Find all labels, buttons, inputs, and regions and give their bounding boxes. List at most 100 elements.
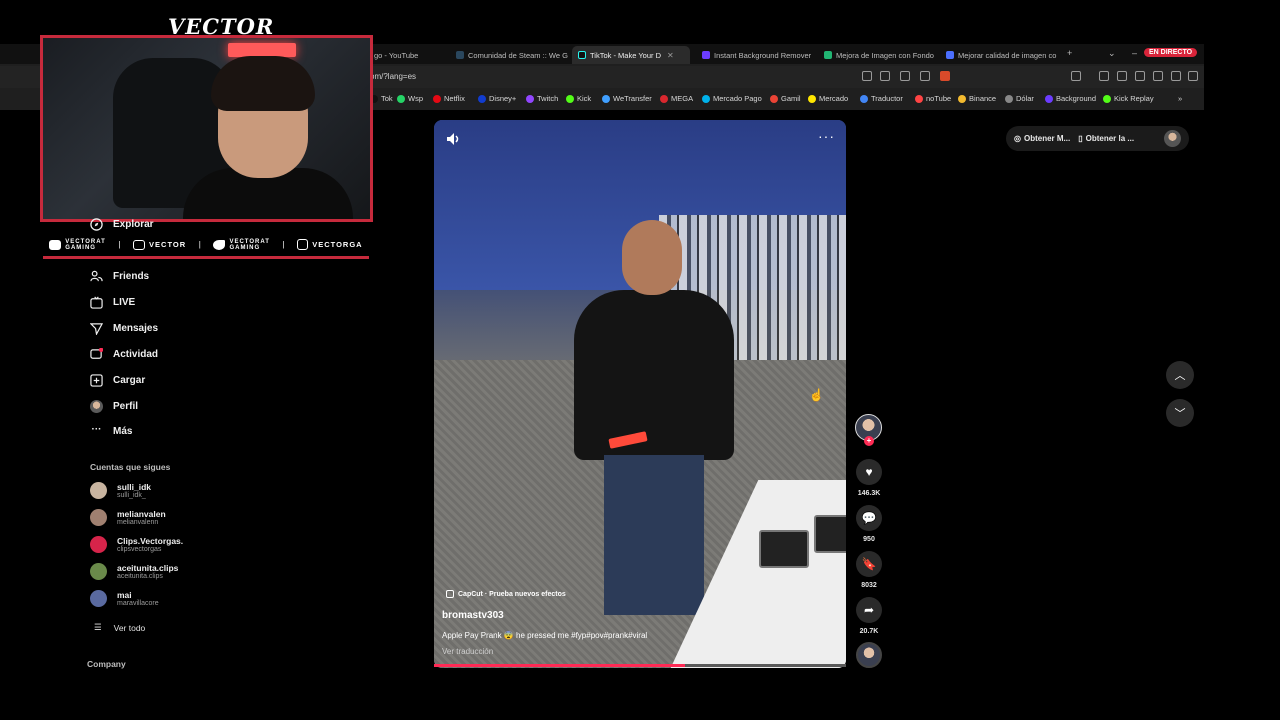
capcut-tag[interactable]: CapCut · Prueba nuevos efectos [446, 590, 566, 598]
get-app-button[interactable]: ▯ Obtener la ... [1078, 134, 1134, 143]
social-twitter: VECTORAT GAMING [213, 239, 269, 251]
tab-mejora-imagen[interactable]: Mejora de Imagen con Fondo [818, 46, 936, 64]
like-button[interactable]: ♥ [856, 459, 882, 485]
streamer-hair [211, 56, 315, 111]
avatar [90, 509, 107, 526]
bookmark-item[interactable]: Traductor [860, 94, 903, 103]
bookmark-item[interactable]: Mercado [808, 94, 848, 103]
sidebar-item-friends[interactable]: Friends [90, 270, 149, 283]
music-disc[interactable] [856, 642, 882, 668]
more-options-icon[interactable]: ··· [818, 128, 835, 144]
bookmark-item[interactable]: Kick Replay [1103, 94, 1154, 103]
send-icon [90, 323, 103, 335]
bookmark-item[interactable]: WeTransfer [602, 94, 652, 103]
display-device [814, 515, 846, 553]
comment-icon: 💬 [861, 511, 877, 525]
music-icon[interactable] [1099, 71, 1109, 81]
twitch-icon [133, 239, 146, 250]
image-icon [946, 51, 954, 59]
sidebar-item-actividad[interactable]: Actividad [90, 348, 158, 361]
following-item[interactable]: mai maravillacore [90, 590, 159, 607]
sidebar-item-perfil[interactable]: Perfil [90, 400, 138, 413]
video-description: Apple Pay Prank 😨 he pressed me #fyp#pov… [442, 631, 648, 640]
bookmark-item[interactable]: Dólar [1005, 94, 1034, 103]
video-player[interactable] [434, 120, 846, 668]
upload-icon [90, 374, 103, 387]
reader-icon[interactable] [862, 71, 872, 81]
sidebar-item-cargar[interactable]: Cargar [90, 374, 145, 387]
bookmark-icon [770, 94, 778, 103]
see-all-link[interactable]: ☰ Ver todo [94, 622, 145, 633]
tab-steam[interactable]: Comunidad de Steam :: We G [450, 46, 568, 64]
share-icon[interactable] [920, 71, 930, 81]
chevron-down-icon: ﹀ [1174, 408, 1186, 420]
following-item[interactable]: sulli_idk sulli_idk_ [90, 482, 151, 499]
user-avatar[interactable] [1164, 130, 1181, 147]
bookmark-item[interactable]: Mercado Pago [702, 94, 762, 103]
follow-plus-icon[interactable]: + [864, 436, 874, 446]
bookmark-item[interactable]: Tok [370, 94, 393, 103]
leo-icon[interactable] [1153, 71, 1163, 81]
comment-count: 950 [863, 536, 875, 543]
company-link[interactable]: Company [87, 659, 126, 669]
bookmark-item[interactable]: Kick [566, 94, 591, 103]
sidebar-item-explorar[interactable]: Explorar [90, 218, 154, 231]
friends-icon [90, 270, 103, 282]
bookmark-item[interactable]: Wsp [397, 94, 423, 103]
video-progress-bar[interactable] [434, 664, 846, 667]
url-text[interactable]: om/?lang=es [370, 72, 416, 81]
save-button[interactable]: 🔖 [856, 551, 882, 577]
compass-icon [90, 218, 103, 231]
tab-tiktok[interactable]: TikTok - Make Your D ✕ [572, 46, 690, 64]
steam-icon [456, 51, 464, 59]
bookmarks-overflow-icon[interactable]: » [1178, 94, 1182, 103]
wallet-icon[interactable] [1135, 71, 1145, 81]
comment-button[interactable]: 💬 [856, 505, 882, 531]
previous-video-button[interactable]: ︿ [1166, 361, 1194, 389]
bookmark-item[interactable]: Netflix [433, 94, 465, 103]
display-device [759, 530, 809, 568]
sidebar-icon[interactable] [1117, 71, 1127, 81]
bookmark-item[interactable]: Background [1045, 94, 1096, 103]
share-button[interactable]: ➦ [856, 597, 882, 623]
see-translation-link[interactable]: Ver traducción [442, 647, 493, 656]
bookmark-item[interactable]: Binance [958, 94, 996, 103]
screenshot-icon[interactable] [1071, 71, 1081, 81]
close-tab-icon[interactable]: ✕ [667, 51, 674, 60]
vpn-icon[interactable] [1171, 71, 1181, 81]
chevron-down-icon[interactable]: ⌄ [1108, 48, 1116, 59]
sidebar-item-mas[interactable]: ··· Más [90, 425, 133, 438]
video-author[interactable]: bromastv303 [442, 610, 504, 621]
following-item[interactable]: melianvalen melianvalenn [90, 509, 166, 526]
live-icon [90, 296, 103, 309]
tab-mejorar-calidad[interactable]: Mejorar calidad de imagen co [940, 46, 1058, 64]
translate-icon[interactable] [880, 71, 890, 81]
bookmark-item[interactable]: Twitch [526, 94, 558, 103]
sidebar-item-live[interactable]: LIVE [90, 296, 135, 309]
phone-icon: ▯ [1078, 134, 1083, 143]
menu-icon[interactable] [1188, 71, 1198, 81]
get-coins-button[interactable]: ◎ Obtener M... [1014, 134, 1070, 143]
screen-icon[interactable] [900, 71, 910, 81]
minimize-icon[interactable]: – [1132, 48, 1137, 58]
following-item[interactable]: Clips.Vectorgas. clipsvectorgas [90, 536, 183, 553]
tab-youtube[interactable]: go - YouTube [368, 46, 448, 64]
bookmark-item[interactable]: noTube [915, 94, 951, 103]
bookmark-item[interactable]: Disney+ [478, 94, 516, 103]
coin-icon: ◎ [1014, 134, 1021, 143]
bookmark-item[interactable]: Gamil [770, 94, 801, 103]
bookmark-icon [566, 94, 574, 103]
avatar [90, 536, 107, 553]
new-tab-icon[interactable]: + [1067, 48, 1072, 58]
save-count: 8032 [861, 582, 877, 589]
bookmark-item[interactable]: MEGA [660, 94, 693, 103]
neon-sign [228, 43, 296, 57]
sidebar-item-mensajes[interactable]: Mensajes [90, 322, 158, 335]
brave-shield-icon[interactable] [940, 71, 950, 81]
tab-background-remover[interactable]: Instant Background Remover [696, 46, 814, 64]
heart-icon: ♥ [865, 465, 873, 479]
bookmark-icon: 🔖 [861, 557, 877, 571]
following-item[interactable]: aceitunita.clips aceitunita.clips [90, 563, 178, 580]
volume-icon[interactable] [446, 132, 462, 146]
next-video-button[interactable]: ﹀ [1166, 399, 1194, 427]
